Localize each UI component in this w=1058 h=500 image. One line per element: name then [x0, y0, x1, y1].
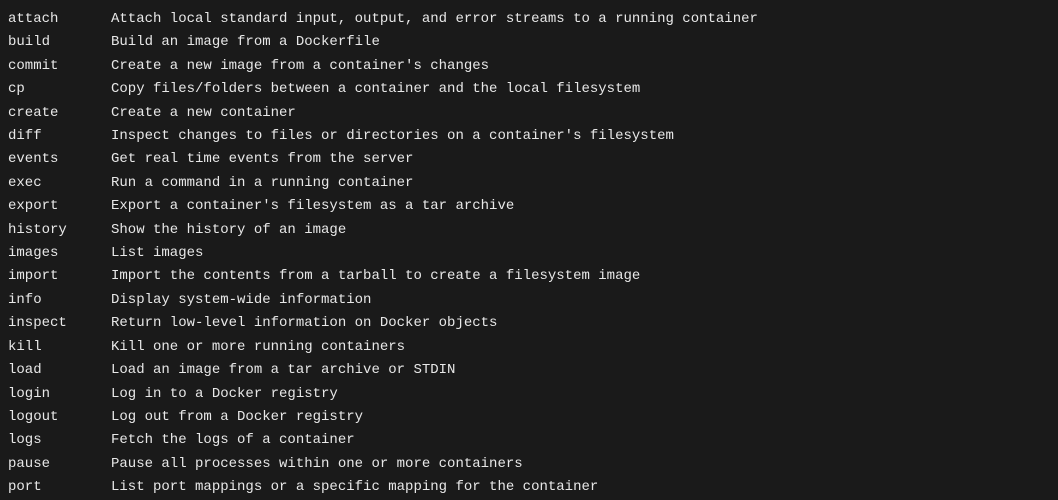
command-row: loadLoad an image from a tar archive or …	[8, 359, 1050, 382]
command-row: infoDisplay system-wide information	[8, 289, 1050, 312]
command-row: pausePause all processes within one or m…	[8, 453, 1050, 476]
command-description: Create a new container	[111, 105, 296, 121]
command-row: commitCreate a new image from a containe…	[8, 55, 1050, 78]
command-row: imagesList images	[8, 242, 1050, 265]
command-name: login	[8, 383, 111, 406]
command-name: diff	[8, 125, 111, 148]
command-description: Fetch the logs of a container	[111, 432, 355, 448]
command-name: import	[8, 265, 111, 288]
command-description: List images	[111, 245, 203, 261]
command-description: Import the contents from a tarball to cr…	[111, 268, 640, 284]
command-name: create	[8, 102, 111, 125]
command-row: logoutLog out from a Docker registry	[8, 406, 1050, 429]
command-name: history	[8, 219, 111, 242]
command-row: diffInspect changes to files or director…	[8, 125, 1050, 148]
command-description: Get real time events from the server	[111, 151, 413, 167]
command-name: pause	[8, 453, 111, 476]
command-description: Attach local standard input, output, and…	[111, 11, 758, 27]
command-row: loginLog in to a Docker registry	[8, 383, 1050, 406]
command-row: execRun a command in a running container	[8, 172, 1050, 195]
command-row: createCreate a new container	[8, 102, 1050, 125]
command-row: eventsGet real time events from the serv…	[8, 148, 1050, 171]
command-row: historyShow the history of an image	[8, 219, 1050, 242]
command-description: Create a new image from a container's ch…	[111, 58, 489, 74]
command-name: events	[8, 148, 111, 171]
command-description: Inspect changes to files or directories …	[111, 128, 674, 144]
command-name: load	[8, 359, 111, 382]
command-name: logout	[8, 406, 111, 429]
command-name: exec	[8, 172, 111, 195]
command-row: exportExport a container's filesystem as…	[8, 195, 1050, 218]
command-name: info	[8, 289, 111, 312]
command-description: List port mappings or a specific mapping…	[111, 479, 598, 495]
command-name: images	[8, 242, 111, 265]
command-description: Log in to a Docker registry	[111, 386, 338, 402]
command-description: Export a container's filesystem as a tar…	[111, 198, 514, 214]
command-row: importImport the contents from a tarball…	[8, 265, 1050, 288]
command-name: export	[8, 195, 111, 218]
command-name: build	[8, 31, 111, 54]
command-row: portList port mappings or a specific map…	[8, 476, 1050, 499]
command-description: Pause all processes within one or more c…	[111, 456, 523, 472]
command-row: attachAttach local standard input, outpu…	[8, 8, 1050, 31]
command-row: inspectReturn low-level information on D…	[8, 312, 1050, 335]
command-description: Return low-level information on Docker o…	[111, 315, 497, 331]
command-name: cp	[8, 78, 111, 101]
command-description: Build an image from a Dockerfile	[111, 34, 380, 50]
command-description: Show the history of an image	[111, 222, 346, 238]
command-row: buildBuild an image from a Dockerfile	[8, 31, 1050, 54]
command-name: port	[8, 476, 111, 499]
command-description: Log out from a Docker registry	[111, 409, 363, 425]
command-row: cpCopy files/folders between a container…	[8, 78, 1050, 101]
command-description: Kill one or more running containers	[111, 339, 405, 355]
command-description: Copy files/folders between a container a…	[111, 81, 640, 97]
command-description: Load an image from a tar archive or STDI…	[111, 362, 455, 378]
command-description: Run a command in a running container	[111, 175, 413, 191]
command-name: commit	[8, 55, 111, 78]
command-name: logs	[8, 429, 111, 452]
terminal-output: attachAttach local standard input, outpu…	[8, 8, 1050, 500]
command-description: Display system-wide information	[111, 292, 371, 308]
command-name: inspect	[8, 312, 111, 335]
command-row: logsFetch the logs of a container	[8, 429, 1050, 452]
command-name: kill	[8, 336, 111, 359]
command-row: killKill one or more running containers	[8, 336, 1050, 359]
command-name: attach	[8, 8, 111, 31]
